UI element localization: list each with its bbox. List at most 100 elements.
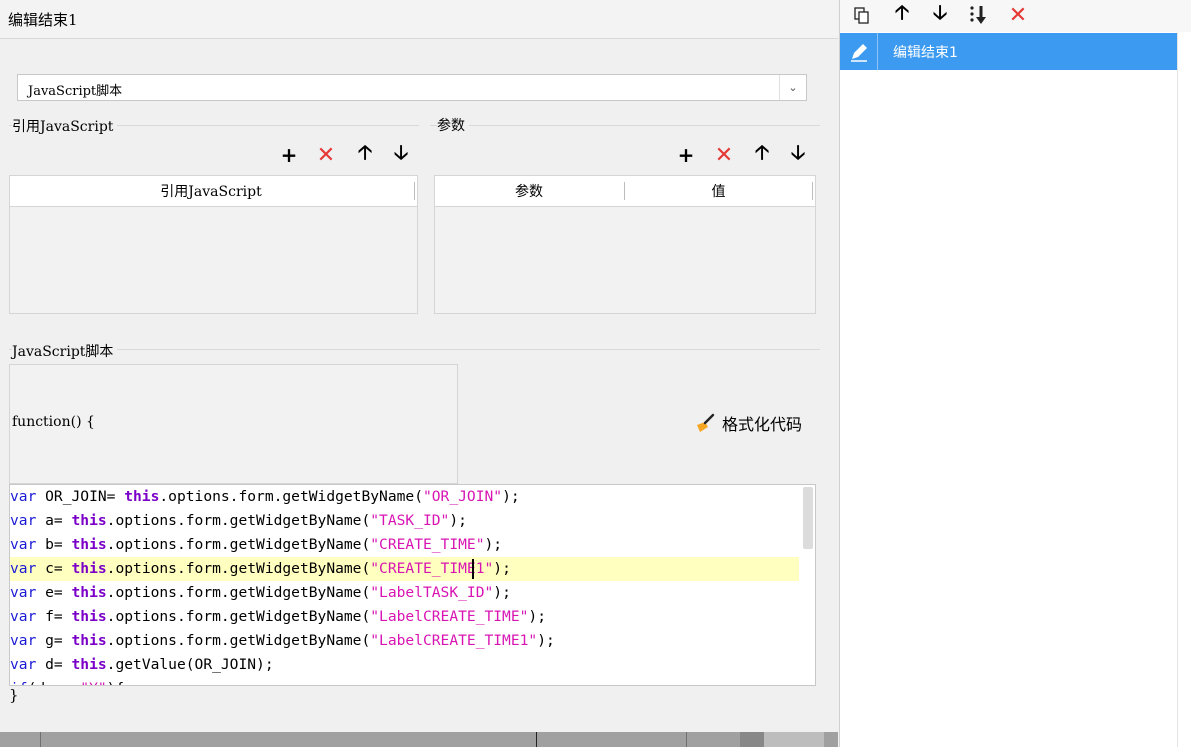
code-token: var [10, 560, 37, 577]
code-line[interactable]: var f= this.options.form.getWidgetByName… [10, 605, 546, 629]
code-token: .options.form.getWidgetByName( [106, 608, 371, 625]
code-editor[interactable]: var OR_JOIN= this.options.form.getWidget… [9, 484, 816, 686]
sort-down-glyph [970, 6, 986, 24]
code-token: ); [502, 488, 520, 505]
code-token: .getValue(OR_JOIN); [106, 656, 274, 673]
code-token: "LabelCREATE_TIME1" [370, 632, 538, 649]
code-token: g= [36, 632, 72, 649]
code-token: var [10, 608, 37, 625]
ref-table-header: 引用JavaScript [10, 176, 417, 207]
code-token: .options.form.getWidgetByName( [106, 584, 371, 601]
broom-icon [697, 413, 715, 432]
event-list-toolbar: 🡡 🡣 ✕ [840, 0, 1191, 32]
vertical-scrollbar[interactable] [803, 487, 813, 549]
ref-column-header[interactable]: 引用JavaScript [10, 176, 412, 206]
ref-delete-icon[interactable]: ✕ [315, 143, 337, 168]
code-line[interactable]: var OR_JOIN= this.options.form.getWidget… [10, 485, 520, 509]
code-token: f= [36, 608, 72, 625]
event-list-item[interactable]: 编辑结束1 [840, 33, 1177, 70]
code-token: this [71, 536, 107, 553]
move-up-icon[interactable]: 🡡 [890, 0, 914, 27]
code-line[interactable]: var g= this.options.form.getWidgetByName… [10, 629, 555, 653]
copy-icon-glyph [854, 7, 869, 24]
code-line[interactable]: if(d == "Y"){ [10, 677, 124, 685]
code-token: "OR_JOIN" [422, 488, 503, 505]
code-token: this [71, 632, 107, 649]
code-token: this [71, 656, 107, 673]
ref-add-icon[interactable]: + [278, 143, 300, 167]
code-token: "Y" [80, 680, 106, 685]
code-token: b= [36, 536, 72, 553]
code-token: a= [36, 512, 72, 529]
param-table-header: 参数 值 [435, 176, 815, 207]
param-section-divider [430, 125, 820, 126]
code-token: c= [36, 560, 72, 577]
code-token: ); [449, 512, 467, 529]
pencil-icon [840, 33, 878, 70]
code-token: .options.form.getWidgetByName( [106, 512, 371, 529]
panel-border [1177, 33, 1178, 747]
code-line[interactable]: var b= this.options.form.getWidgetByName… [10, 533, 502, 557]
code-line[interactable]: var e= this.options.form.getWidgetByName… [10, 581, 511, 605]
title-bar: 编辑结束1 [0, 0, 838, 39]
code-token: ); [493, 560, 511, 577]
code-token: var [10, 632, 37, 649]
event-list-item-label: 编辑结束1 [893, 45, 958, 61]
param-section-label: 参数 [437, 115, 469, 135]
sort-down-icon[interactable] [966, 3, 990, 27]
param-delete-icon[interactable]: ✕ [713, 143, 735, 168]
code-token: e= [36, 584, 72, 601]
column-separator [414, 182, 415, 200]
code-token: .options.form.getWidgetByName( [106, 560, 371, 577]
script-type-select[interactable]: JavaScript脚本 ⌄ [17, 74, 807, 101]
param-move-up-icon[interactable]: 🡡 [751, 140, 773, 166]
param-move-down-icon[interactable]: 🡣 [787, 140, 809, 166]
code-line[interactable]: var d= this.getValue(OR_JOIN); [10, 653, 274, 677]
text-cursor [472, 559, 474, 579]
horizontal-scrollbar[interactable] [0, 732, 838, 747]
ref-table: 引用JavaScript [9, 175, 418, 314]
scrollbar-track-end [764, 732, 824, 747]
code-token: .options.form.getWidgetByName( [106, 632, 371, 649]
code-token: ); [484, 536, 503, 553]
scrollbar-thumb[interactable] [740, 732, 764, 747]
code-token: d= [36, 656, 72, 673]
code-token: .options.form.getWidgetByName( [159, 488, 423, 505]
code-token: this [71, 512, 107, 529]
code-token: "CREATE_TIME" [370, 536, 485, 553]
move-down-icon[interactable]: 🡣 [928, 0, 952, 27]
code-line[interactable]: var c= this.options.form.getWidgetByName… [10, 557, 511, 581]
ref-move-up-icon[interactable]: 🡡 [354, 140, 376, 166]
code-token: ); [528, 608, 546, 625]
script-section-divider [9, 349, 820, 350]
function-header-area: function() { [9, 364, 458, 484]
code-token: this [71, 584, 107, 601]
code-line[interactable]: var a= this.options.form.getWidgetByName… [10, 509, 467, 533]
code-token: this [71, 608, 107, 625]
event-list-panel: 🡡 🡣 ✕ 编辑结束1 [839, 0, 1191, 747]
panel-title: 编辑结束1 [8, 11, 78, 29]
code-token: OR_JOIN= [36, 488, 125, 505]
column-separator [812, 182, 813, 200]
chevron-down-icon[interactable]: ⌄ [779, 75, 806, 100]
param-name-column-header[interactable]: 参数 [435, 176, 623, 206]
ref-move-down-icon[interactable]: 🡣 [390, 140, 412, 166]
pencil-glyph [850, 43, 867, 62]
delete-icon[interactable]: ✕ [1006, 3, 1030, 28]
param-table: 参数 值 [434, 175, 816, 314]
function-header: function() { [12, 414, 95, 430]
format-code-button[interactable]: 格式化代码 [694, 410, 802, 436]
code-token: "CREATE_TIME1" [370, 560, 494, 577]
code-token: ); [493, 584, 511, 601]
code-token: this [71, 560, 107, 577]
param-value-column-header[interactable]: 值 [625, 176, 812, 206]
code-token: (d == [28, 680, 81, 685]
code-token: var [10, 512, 37, 529]
ref-section-label: 引用JavaScript [12, 116, 118, 136]
format-code-label: 格式化代码 [722, 415, 803, 434]
code-token: var [10, 584, 37, 601]
script-section-label: JavaScript脚本 [12, 341, 118, 361]
copy-icon[interactable] [850, 3, 874, 27]
param-add-icon[interactable]: + [675, 143, 697, 167]
scrollbar-segment [536, 732, 537, 747]
